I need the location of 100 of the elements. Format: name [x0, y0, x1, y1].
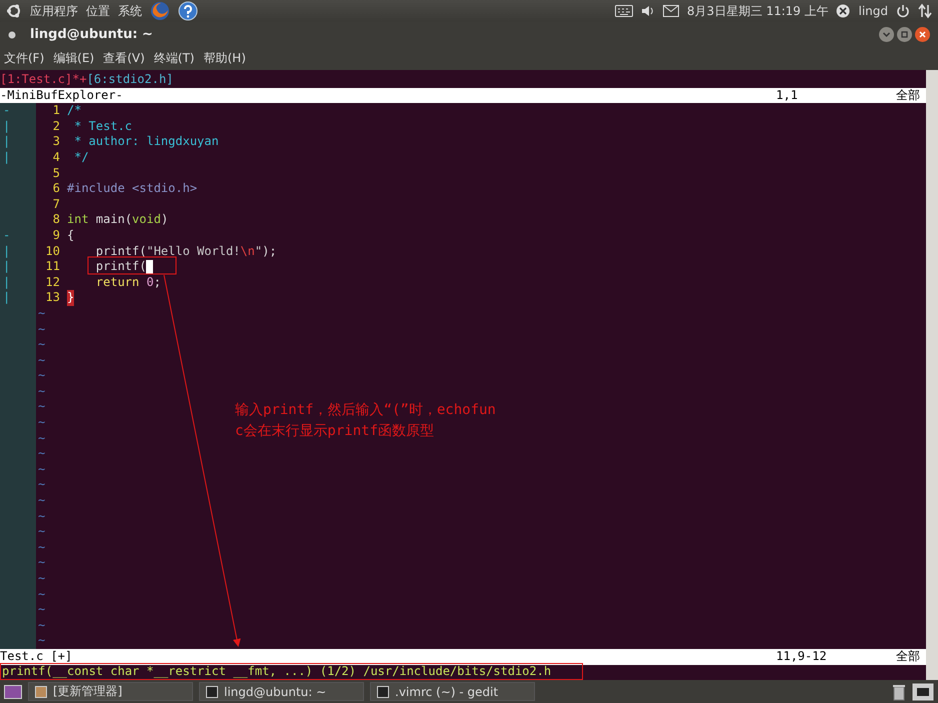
- volume-icon[interactable]: [641, 5, 655, 17]
- code-token: return: [96, 274, 140, 290]
- panel-menu[interactable]: 位置: [86, 2, 110, 20]
- code-token: * author: lingdxuyan: [74, 134, 219, 150]
- empty-line-marker: ~: [37, 368, 46, 384]
- code-token: ;: [154, 274, 161, 290]
- show-desktop-icon[interactable]: [4, 684, 22, 698]
- command-line: printf(__const char *__restrict __fmt, ...) (1/2) /usr/include/bits/stdio2.h: [2, 664, 552, 678]
- fold-column: |: [0, 274, 36, 290]
- line-number: 6: [52, 181, 60, 197]
- code-token: printf(: [96, 244, 146, 260]
- fold-column: -: [0, 103, 36, 119]
- line-number: 10: [44, 244, 60, 260]
- line-number: 12: [44, 274, 60, 290]
- empty-line-marker: ~: [37, 337, 46, 353]
- ubuntu-logo-icon[interactable]: [6, 3, 22, 19]
- close-icon: [918, 30, 927, 39]
- empty-line-marker: ~: [37, 306, 46, 322]
- help-icon[interactable]: [178, 1, 198, 21]
- code-token: #include <stdio.h>: [67, 181, 198, 197]
- line-number: 4: [52, 150, 60, 166]
- line-number: 3: [52, 134, 60, 150]
- fold-column: -: [0, 228, 36, 244]
- code-token: }: [67, 290, 74, 306]
- empty-line-marker: ~: [37, 493, 46, 509]
- annotation-text: 输入printf，然后输入“(”时，echofunc会在末行显示printf函数原型: [235, 401, 497, 441]
- empty-line-marker: ~: [37, 477, 46, 494]
- buffer-tab[interactable]: [6:stdio2.h]: [86, 72, 174, 88]
- code-token: {: [67, 228, 74, 244]
- code-token: void: [132, 212, 161, 228]
- empty-line-marker: ~: [37, 524, 46, 540]
- code-token: ): [160, 212, 168, 228]
- panel-menu[interactable]: 系统: [118, 2, 142, 20]
- line-number: 1: [52, 103, 60, 119]
- scroll-position: 全部: [896, 88, 921, 104]
- maximize-button[interactable]: [897, 27, 912, 42]
- window-icon: [377, 686, 389, 698]
- chevron-down-icon: [882, 30, 891, 39]
- empty-line-marker: ~: [37, 430, 46, 446]
- code-token: 0: [146, 274, 154, 290]
- power-icon[interactable]: [896, 4, 910, 18]
- menu-item[interactable]: 查看(V): [103, 50, 145, 67]
- terminal-dot-icon: [8, 30, 16, 38]
- empty-line-marker: ~: [37, 602, 46, 618]
- scroll-position: 全部: [896, 648, 921, 665]
- cursor-position: 1,1: [776, 88, 799, 104]
- line-number: 13: [44, 290, 60, 306]
- line-number: 5: [52, 166, 60, 182]
- empty-line-marker: ~: [37, 540, 46, 556]
- line-number: 2: [52, 118, 60, 134]
- fold-column: [0, 633, 36, 649]
- minimize-button[interactable]: [879, 27, 894, 42]
- line-number: 7: [52, 196, 60, 212]
- code-token: int: [67, 212, 89, 228]
- empty-line-marker: ~: [37, 633, 46, 649]
- line-number: 11: [44, 259, 60, 275]
- empty-line-marker: ~: [37, 586, 46, 602]
- panel-menu[interactable]: 应用程序: [30, 2, 78, 20]
- taskbar-button[interactable]: lingd@ubuntu: ~: [199, 682, 364, 701]
- menu-item[interactable]: 文件(F): [4, 50, 44, 67]
- fold-column: |: [0, 150, 36, 166]
- cursor-position: 11,9-12: [776, 648, 828, 665]
- menu-item[interactable]: 编辑(E): [53, 50, 94, 67]
- fold-column: |: [0, 244, 36, 260]
- browser-icon[interactable]: [150, 1, 170, 21]
- fold-column: |: [0, 290, 36, 306]
- code-token: );: [262, 244, 277, 260]
- fold-column: |: [0, 134, 36, 150]
- empty-line-marker: ~: [37, 555, 46, 571]
- empty-line-marker: ~: [37, 446, 46, 462]
- code-token: printf(: [96, 259, 146, 275]
- scrollbar[interactable]: [926, 70, 938, 680]
- close-button[interactable]: [915, 27, 930, 42]
- taskbar-button[interactable]: .vimrc (~) - gedit: [370, 682, 535, 701]
- code-token: "Hello World!: [146, 244, 240, 260]
- fold-column: |: [0, 118, 36, 134]
- network-arrows-icon[interactable]: [918, 3, 932, 19]
- code-token: * Test.c: [74, 118, 132, 134]
- empty-line-marker: ~: [37, 618, 46, 634]
- file-name: Test.c [+]: [0, 648, 74, 665]
- empty-line-marker: ~: [37, 508, 46, 524]
- clock[interactable]: 8月3日星期三 11:19 上午: [687, 2, 828, 20]
- user-name[interactable]: lingd: [858, 4, 888, 18]
- workspace-icon[interactable]: [912, 682, 934, 700]
- empty-line-marker: ~: [37, 322, 46, 338]
- taskbar-button[interactable]: [更新管理器]: [28, 682, 193, 701]
- buffer-tab[interactable]: [1:Test.c]*+: [0, 72, 87, 88]
- menu-item[interactable]: 终端(T): [154, 50, 194, 67]
- line-number: 9: [52, 228, 60, 244]
- empty-line-marker: ~: [37, 384, 46, 400]
- empty-line-marker: ~: [37, 571, 46, 587]
- menu-item[interactable]: 帮助(H): [204, 50, 246, 67]
- code-token: */: [74, 150, 89, 166]
- line-number: 8: [52, 212, 60, 228]
- user-status-icon[interactable]: [836, 4, 850, 18]
- empty-line-marker: ~: [37, 415, 46, 431]
- mail-icon[interactable]: [663, 5, 679, 17]
- code-token: \n: [240, 244, 255, 260]
- keyboard-icon[interactable]: [615, 5, 633, 17]
- trash-icon[interactable]: [892, 682, 906, 700]
